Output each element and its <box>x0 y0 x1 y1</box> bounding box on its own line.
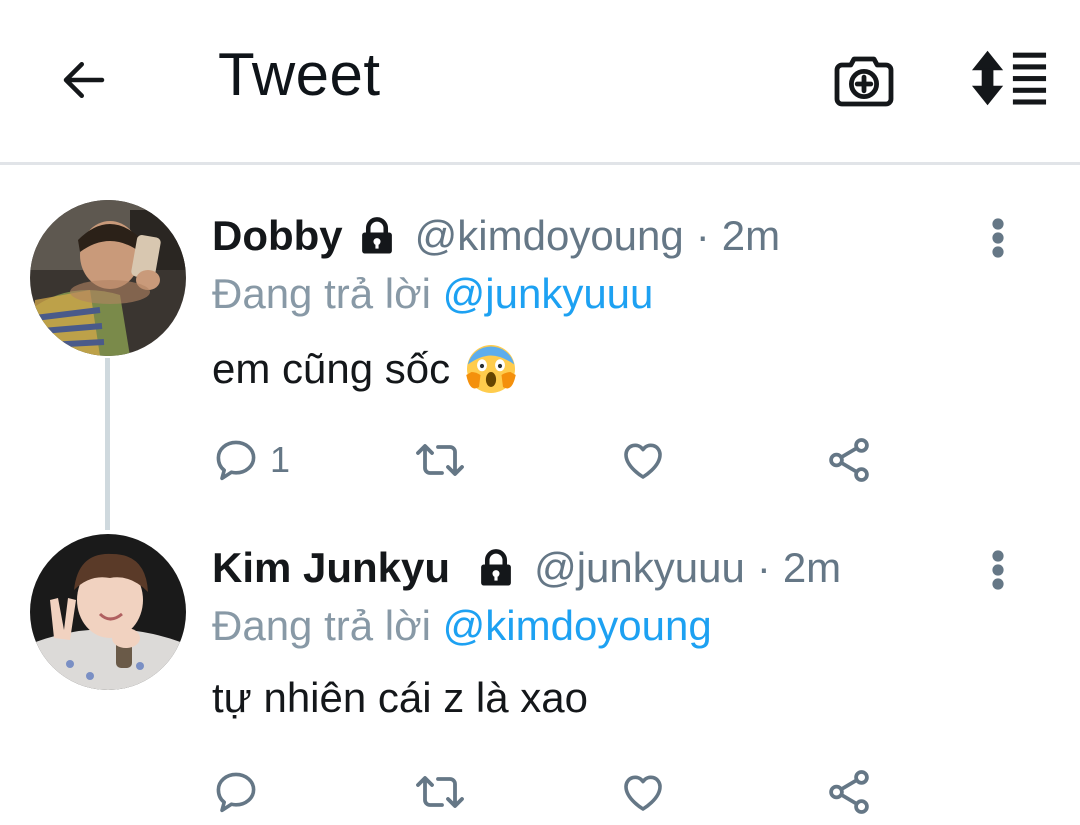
tweet-text: tự nhiên cái z là xao <box>212 674 588 722</box>
face-screaming-in-fear-emoji <box>464 342 518 396</box>
tweet-item[interactable]: Dobby @kimdoyoung · 2m Đang trả lời @jun… <box>0 200 1080 520</box>
timestamp[interactable]: 2m <box>783 544 841 592</box>
user-handle[interactable]: @kimdoyoung <box>415 212 684 260</box>
avatar[interactable] <box>30 200 186 356</box>
replying-to-mention[interactable]: @kimdoyoung <box>443 602 712 649</box>
tweet-actions: 1 <box>212 434 912 486</box>
retweet-icon <box>416 776 464 808</box>
tweet-actions <box>212 766 912 818</box>
retweet-icon <box>416 444 464 476</box>
replying-to-label: Đang trả lời <box>212 602 443 649</box>
replying-to-mention[interactable]: @junkyuuu <box>443 270 654 317</box>
replying-to: Đang trả lời @kimdoyoung <box>212 602 712 650</box>
more-vertical-icon <box>992 550 1004 590</box>
separator-dot: · <box>756 544 771 591</box>
reply-button[interactable] <box>212 766 270 818</box>
more-options-button[interactable] <box>974 210 1022 266</box>
share-button[interactable] <box>824 434 874 486</box>
replying-to: Đang trả lời @junkyuuu <box>212 270 653 318</box>
display-name[interactable]: Dobby <box>212 212 343 260</box>
reply-button[interactable]: 1 <box>212 434 290 486</box>
separator-dot: · <box>695 212 710 259</box>
share-icon <box>829 770 869 814</box>
more-vertical-icon <box>992 218 1004 258</box>
tweet-header: Dobby @kimdoyoung · 2m <box>212 210 780 262</box>
sort-button[interactable] <box>966 44 1052 112</box>
user-handle[interactable]: @junkyuuu <box>534 544 745 592</box>
retweet-button[interactable] <box>412 766 468 818</box>
tweet-text-content: em cũng sốc <box>212 345 451 392</box>
heart-icon <box>624 443 662 479</box>
display-name[interactable]: Kim Junkyu <box>212 544 450 592</box>
more-options-button[interactable] <box>974 542 1022 598</box>
like-button[interactable] <box>618 434 668 486</box>
timestamp[interactable]: 2m <box>722 212 780 260</box>
tweet-header: Kim Junkyu @junkyuuu · 2m <box>212 542 841 594</box>
sort-thread-icon <box>971 50 1047 106</box>
camera-button[interactable] <box>830 46 898 114</box>
avatar[interactable] <box>30 534 186 690</box>
lock-icon <box>474 547 518 589</box>
share-icon <box>829 438 869 482</box>
heart-icon <box>624 775 662 811</box>
reply-icon <box>216 440 256 481</box>
tweet-item[interactable]: Kim Junkyu @junkyuuu · 2m Đang trả lời @… <box>0 532 1080 825</box>
arrow-left-icon <box>63 62 105 98</box>
like-button[interactable] <box>618 766 668 818</box>
lock-icon <box>355 215 399 257</box>
page-title: Tweet <box>218 41 381 108</box>
back-button[interactable] <box>52 48 116 112</box>
retweet-button[interactable] <box>412 434 468 486</box>
tweet-text-content: tự nhiên cái z là xao <box>212 674 588 721</box>
reply-count: 1 <box>270 439 291 480</box>
top-app-bar: Tweet <box>0 0 1080 165</box>
reply-icon <box>216 772 256 813</box>
share-button[interactable] <box>824 766 874 818</box>
tweet-text: em cũng sốc <box>212 342 518 396</box>
replying-to-label: Đang trả lời <box>212 270 443 317</box>
camera-plus-icon <box>834 56 894 107</box>
